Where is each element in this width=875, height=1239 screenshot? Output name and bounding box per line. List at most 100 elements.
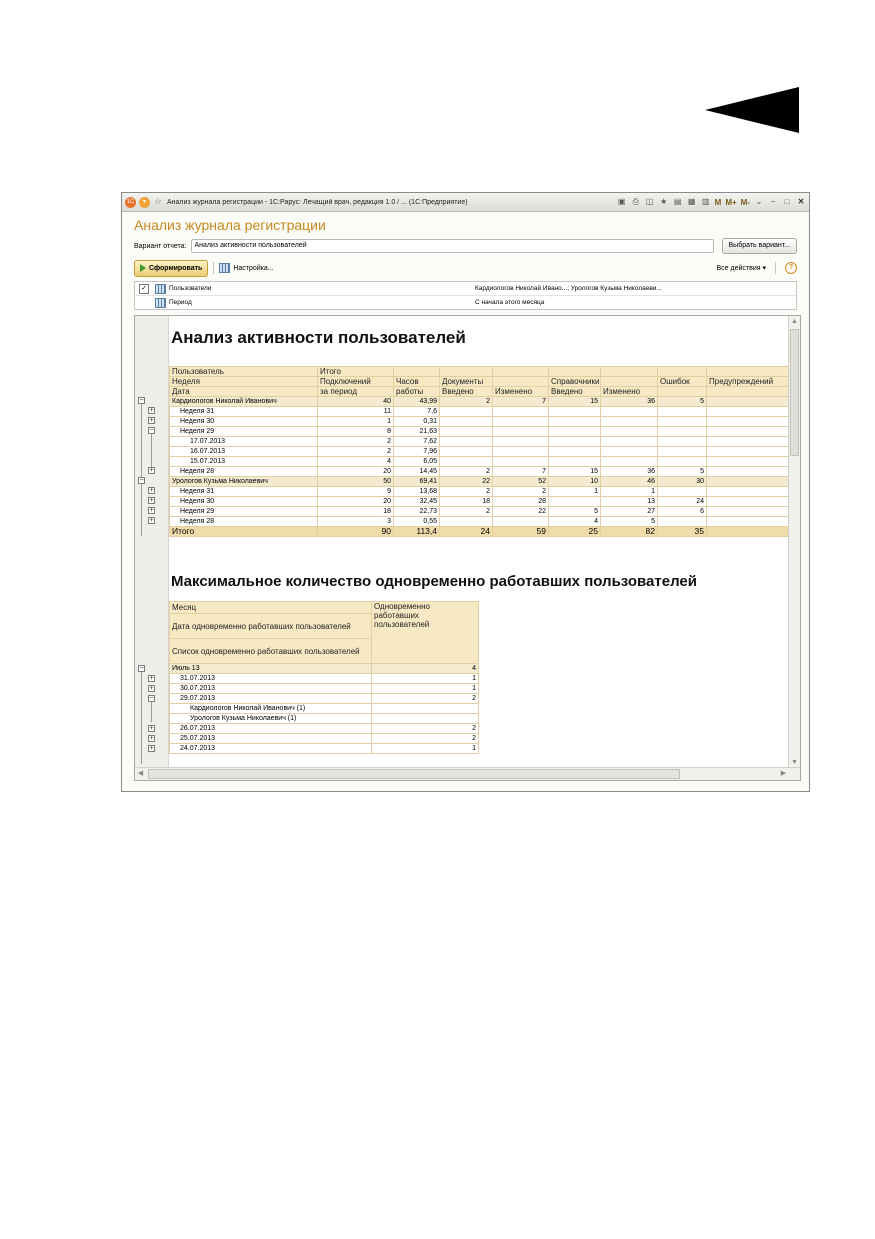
table-cell[interactable] <box>706 506 790 517</box>
table-cell[interactable]: Неделя 30 <box>169 416 318 427</box>
table-cell[interactable]: Кардиологов Николай Иванович <box>169 396 318 407</box>
table-cell[interactable]: 4 <box>317 456 394 467</box>
table-row[interactable]: 15.07.2013 4 6,05 <box>169 456 790 467</box>
table-cell[interactable]: 8 <box>317 426 394 437</box>
table-cell[interactable]: 69,41 <box>393 476 440 487</box>
table-cell[interactable]: 7 <box>492 466 549 477</box>
collapse-icon[interactable]: − <box>148 695 155 702</box>
table-cell[interactable]: за период <box>317 386 394 397</box>
report-spreadsheet[interactable]: Анализ активности пользователей Пользова… <box>134 315 801 781</box>
table-cell[interactable] <box>657 486 707 497</box>
table-cell[interactable]: Пользователь <box>169 366 318 377</box>
table-cell[interactable] <box>706 386 790 397</box>
table-cell[interactable]: 15.07.2013 <box>169 456 318 467</box>
table-cell[interactable] <box>706 516 790 527</box>
choose-variant-button[interactable]: Выбрать вариант... <box>721 238 797 254</box>
table-cell[interactable]: 2 <box>439 396 493 407</box>
table-row[interactable]: Урологов Кузьма Николаевич 50 69,41 22 52 10 4… <box>169 476 790 487</box>
table-cell[interactable]: 1 <box>548 486 601 497</box>
vertical-scrollbar[interactable]: ▲ ▼ <box>788 316 800 768</box>
calculator-icon[interactable]: ▦ <box>687 197 697 207</box>
table-cell[interactable]: Дата <box>169 386 318 397</box>
help-icon[interactable]: ? <box>785 262 797 274</box>
table-cell[interactable]: работы <box>393 386 440 397</box>
table-cell[interactable] <box>706 406 790 417</box>
expand-icon[interactable]: + <box>148 725 155 732</box>
table-cell[interactable] <box>657 516 707 527</box>
table-cell[interactable] <box>439 366 493 377</box>
table-cell[interactable]: 13 <box>600 496 658 507</box>
table-cell[interactable]: 50 <box>317 476 394 487</box>
table-row[interactable]: Кардиологов Николай Иванович 40 43,99 2 7 15 3… <box>169 396 790 407</box>
table-row[interactable]: 26.07.2013 2 <box>169 723 479 734</box>
expand-icon[interactable]: + <box>148 507 155 514</box>
table-cell[interactable] <box>548 496 601 507</box>
table-cell[interactable] <box>706 436 790 447</box>
table-cell[interactable] <box>657 446 707 457</box>
table-cell[interactable]: 36 <box>600 396 658 407</box>
table-cell[interactable]: 2 <box>317 446 394 457</box>
table-cell[interactable]: 2 <box>439 506 493 517</box>
table-cell[interactable]: 32,45 <box>393 496 440 507</box>
table-cell[interactable] <box>657 416 707 427</box>
table-cell[interactable]: 59 <box>492 526 549 537</box>
table-cell[interactable]: Изменено <box>492 386 549 397</box>
table-row[interactable]: 30.07.2013 1 <box>169 683 479 694</box>
table-cell[interactable]: Подключений <box>317 376 394 387</box>
all-actions-menu[interactable]: Все действия ▾ <box>717 264 766 272</box>
table-cell[interactable] <box>393 366 440 377</box>
table-cell[interactable]: 15 <box>548 466 601 477</box>
settings-value[interactable]: Кардиологов Николай Ивано...; Урологов К… <box>475 285 796 292</box>
minimize-icon[interactable]: – <box>768 197 778 207</box>
table-cell[interactable]: Кардиологов Николай Иванович (1) <box>169 703 372 714</box>
table-cell[interactable]: 11 <box>317 406 394 417</box>
table-cell[interactable]: Неделя 30 <box>169 496 318 507</box>
table-cell[interactable]: 26.07.2013 <box>169 723 372 734</box>
table-cell[interactable]: 22 <box>492 506 549 517</box>
table-cell[interactable]: 30.07.2013 <box>169 683 372 694</box>
table-cell[interactable] <box>600 436 658 447</box>
table-cell[interactable]: 24 <box>439 526 493 537</box>
table-cell[interactable]: 7 <box>492 396 549 407</box>
table-cell[interactable]: Изменено <box>600 386 658 397</box>
table-cell[interactable]: 3 <box>317 516 394 527</box>
table-cell[interactable]: 16.07.2013 <box>169 446 318 457</box>
table-cell[interactable]: 2 <box>317 436 394 447</box>
table-cell[interactable]: 2 <box>439 466 493 477</box>
table-cell[interactable]: 2 <box>492 486 549 497</box>
settings-value[interactable]: С начала этого месяца <box>475 299 796 306</box>
memory-plus-button[interactable]: M+ <box>725 198 736 207</box>
table-cell[interactable]: Неделя 31 <box>169 406 318 417</box>
expand-icon[interactable]: + <box>148 407 155 414</box>
table-cell[interactable] <box>548 436 601 447</box>
table-cell[interactable]: 0,55 <box>393 516 440 527</box>
table-cell[interactable]: 20 <box>317 466 394 477</box>
table-cell[interactable]: 36 <box>600 466 658 477</box>
table-cell[interactable]: Введено <box>439 386 493 397</box>
users-checkbox[interactable]: ✓ <box>139 283 149 294</box>
table-cell[interactable] <box>548 366 601 377</box>
expand-icon[interactable]: + <box>148 675 155 682</box>
table-cell[interactable]: 52 <box>492 476 549 487</box>
table-cell[interactable]: 20 <box>317 496 394 507</box>
add-favorite-icon[interactable]: ★ <box>659 197 669 207</box>
table-cell[interactable] <box>492 416 549 427</box>
table-cell[interactable]: 25.07.2013 <box>169 733 372 744</box>
table-cell[interactable] <box>600 446 658 457</box>
table-cell[interactable]: 21,63 <box>393 426 440 437</box>
vertical-scroll-thumb[interactable] <box>790 329 799 456</box>
maximize-icon[interactable]: □ <box>782 197 792 207</box>
table-cell[interactable] <box>706 476 790 487</box>
table-row[interactable]: Кардиологов Николай Иванович (1) <box>169 703 479 714</box>
table-cell[interactable]: 1 <box>600 486 658 497</box>
table-cell[interactable]: 2 <box>439 486 493 497</box>
table-cell[interactable]: 4 <box>371 663 479 674</box>
table-row[interactable]: 24.07.2013 1 <box>169 743 479 754</box>
table-cell[interactable] <box>439 456 493 467</box>
table-cell[interactable]: 43,99 <box>393 396 440 407</box>
table-cell[interactable]: Предупреждений <box>706 376 790 387</box>
table-cell[interactable] <box>600 406 658 417</box>
expand-icon[interactable]: + <box>148 517 155 524</box>
table-cell[interactable]: 24.07.2013 <box>169 743 372 754</box>
table-cell[interactable] <box>706 456 790 467</box>
